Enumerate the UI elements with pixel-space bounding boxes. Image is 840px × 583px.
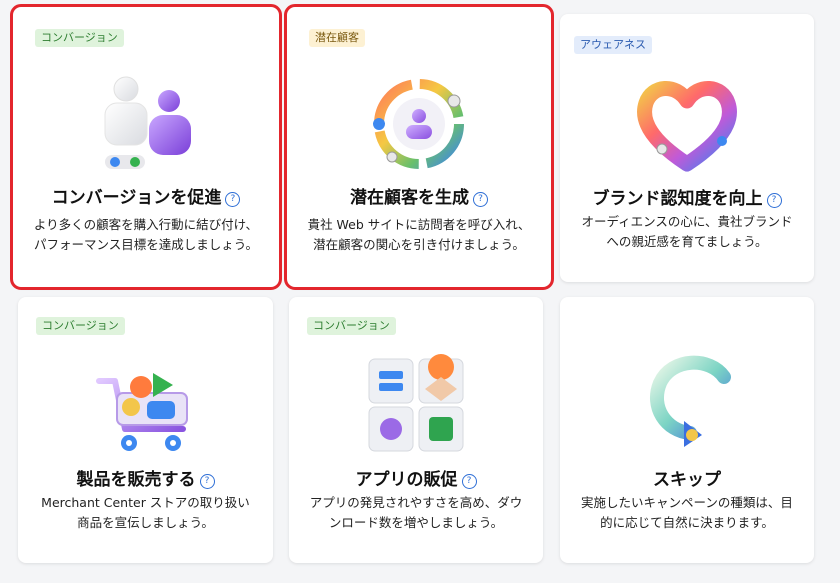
skip-arrow-icon (650, 355, 731, 447)
card-description: オーディエンスの心に、貴社ブランドへの親近感を育てましょう。 (581, 214, 793, 249)
help-icon[interactable]: ? (473, 192, 488, 207)
shopping-cart-icon (95, 373, 188, 451)
help-icon[interactable]: ? (199, 474, 215, 489)
goal-card-app-promotion[interactable]: コンバージョン アプリの販促? アプリの発見されやすさを高め、ダウンロード数を増… (289, 297, 543, 563)
goal-card-leads[interactable]: 潜在顧客 潜在顧客を生成? 貴社 Web サイトに訪問者を呼び入れ、潜在顧客の関… (284, 4, 554, 290)
category-badge: 潜在顧客 (309, 29, 365, 47)
category-badge: コンバージョン (36, 317, 125, 335)
help-icon[interactable]: ? (766, 193, 782, 208)
card-title: 製品を販売する (76, 470, 196, 490)
category-badge: コンバージョン (307, 317, 396, 335)
goal-card-product-sales[interactable]: コンバージョン 製品を販売する? Merchant Center ストアの取り扱… (18, 297, 273, 563)
card-description: 実施したいキャンペーンの種類は、目的に応じて自然に決まります。 (581, 495, 793, 530)
leads-illustration-icon (373, 79, 464, 169)
card-title: スキップ (653, 470, 721, 490)
card-title: ブランド認知度を向上 (592, 189, 763, 209)
app-grid-icon (368, 354, 464, 452)
goal-card-conversions[interactable]: コンバージョン コンバージョンを促進? より多くの顧客を購入行動に結び付け、パフ… (10, 4, 282, 290)
category-badge: アウェアネス (574, 36, 652, 54)
conversion-illustration-icon (104, 76, 191, 169)
card-description: Merchant Center ストアの取り扱い商品を宣伝しましょう。 (41, 495, 250, 530)
card-title: アプリの販促 (355, 470, 458, 490)
help-icon[interactable]: ? (461, 474, 477, 489)
goal-card-skip[interactable]: スキップ 実施したいキャンペーンの種類は、目的に応じて自然に決まります。 (560, 297, 814, 563)
card-title: 潜在顧客を生成 (350, 188, 469, 208)
card-description: アプリの発見されやすさを高め、ダウンロード数を増やしましょう。 (309, 495, 523, 530)
card-title: コンバージョンを促進 (51, 188, 222, 208)
category-badge: コンバージョン (35, 29, 124, 47)
card-description: より多くの顧客を購入行動に結び付け、パフォーマンス目標を達成しましょう。 (33, 217, 259, 252)
goal-card-awareness[interactable]: アウェアネス ブランド認知度を向上? オーディエンスの心に、貴社ブランドへの親近… (560, 14, 814, 282)
help-icon[interactable]: ? (225, 192, 241, 207)
card-description: 貴社 Web サイトに訪問者を呼び入れ、潜在顧客の関心を引き付けましょう。 (307, 217, 531, 252)
heart-illustration-icon (637, 81, 737, 172)
